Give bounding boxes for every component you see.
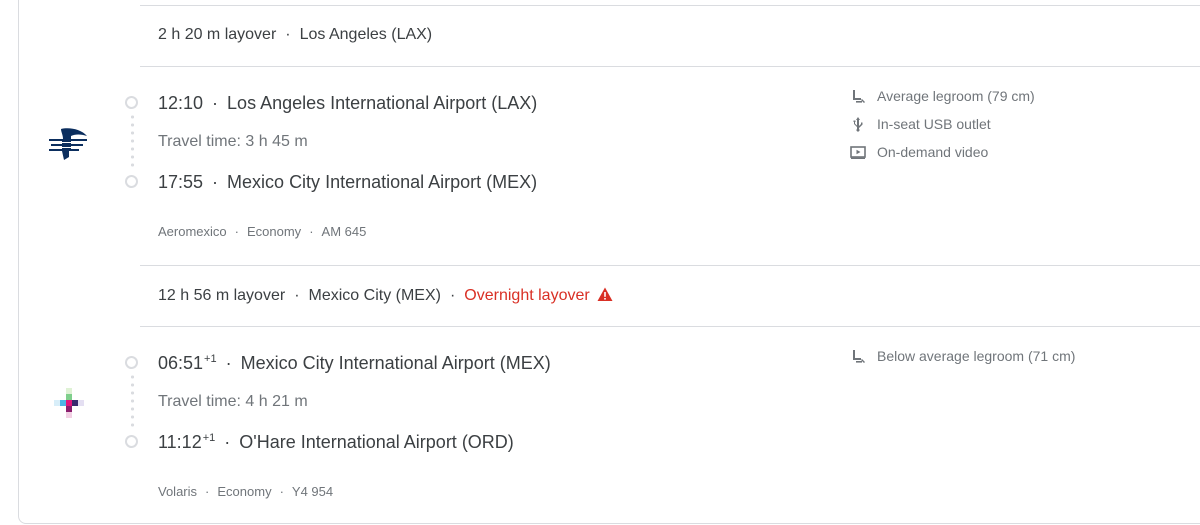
- divider: [140, 326, 1200, 327]
- departure-airport: Los Angeles International Airport (LAX): [227, 93, 538, 113]
- day-offset: +1: [204, 353, 217, 365]
- departure-row: 06:51+1 · Mexico City International Airpor…: [158, 353, 551, 374]
- separator-dot: ·: [212, 93, 219, 113]
- airline-name: Aeromexico: [158, 224, 227, 239]
- separator-dot: ·: [212, 172, 219, 192]
- arrival-stop-marker: [125, 175, 138, 188]
- legroom-icon: [850, 348, 866, 364]
- arrival-airport: Mexico City International Airport (MEX): [227, 172, 538, 192]
- separator-dot: ·: [234, 224, 239, 239]
- departure-time: 12:10: [158, 93, 204, 113]
- separator-dot: ·: [279, 484, 284, 499]
- flight-number: Y4 954: [291, 484, 334, 499]
- usb-icon: [850, 116, 866, 132]
- arrival-row: 17:55 · Mexico City International Airport …: [158, 172, 537, 193]
- departure-time: 06:51: [158, 353, 204, 373]
- amenity-video: On-demand video: [850, 144, 988, 160]
- departure-row: 12:10 · Los Angeles International Airport …: [158, 93, 537, 114]
- video-icon: [850, 144, 866, 160]
- arrival-stop-marker: [125, 435, 138, 448]
- layover-duration: 2 h 20 m layover: [158, 26, 277, 43]
- arrival-time: 17:55: [158, 172, 204, 192]
- overnight-layover-warning: Overnight layover: [464, 287, 590, 304]
- aeromexico-logo-icon: [47, 127, 89, 168]
- amenity-label: Average legroom (79 cm): [877, 88, 1035, 104]
- separator-dot: ·: [285, 26, 291, 43]
- arrival-row: 11:12+1 · O'Hare International Airport (OR…: [158, 432, 514, 453]
- flight-number: AM 645: [321, 224, 367, 239]
- volaris-logo-icon: [52, 388, 86, 427]
- amenity-label: On-demand video: [877, 144, 989, 160]
- flight-meta: Volaris · Economy · Y4 954: [158, 484, 333, 499]
- flight-meta: Aeromexico · Economy · AM 645: [158, 224, 366, 239]
- separator-dot: ·: [294, 287, 300, 304]
- travel-time: Travel time: 4 h 21 m: [158, 393, 308, 410]
- amenity-usb: In-seat USB outlet: [850, 116, 991, 132]
- airline-name: Volaris: [158, 484, 198, 499]
- departure-airport: Mexico City International Airport (MEX): [240, 353, 551, 373]
- departure-stop-marker: [125, 96, 138, 109]
- arrival-time: 11:12: [158, 432, 202, 452]
- layover-place: Los Angeles (LAX): [299, 26, 433, 43]
- day-offset: +1: [202, 432, 216, 444]
- warning-icon: [597, 287, 613, 307]
- layover-row: 2 h 20 m layover · Los Angeles (LAX): [158, 26, 432, 44]
- travel-time: Travel time: 3 h 45 m: [158, 133, 308, 150]
- cabin-class: Economy: [217, 484, 272, 499]
- route-dotted-line: [131, 373, 134, 431]
- separator-dot: ·: [225, 353, 232, 373]
- amenity-label: In-seat USB outlet: [877, 116, 991, 132]
- divider: [140, 265, 1200, 266]
- separator-dot: ·: [224, 432, 231, 452]
- route-dotted-line: [131, 113, 134, 171]
- divider: [140, 5, 1200, 6]
- legroom-icon: [850, 88, 866, 104]
- separator-dot: ·: [309, 224, 314, 239]
- amenity-legroom: Below average legroom (71 cm): [850, 348, 1075, 364]
- divider: [140, 66, 1200, 67]
- separator-dot: ·: [205, 484, 210, 499]
- amenity-label: Below average legroom (71 cm): [877, 348, 1076, 364]
- cabin-class: Economy: [246, 224, 302, 239]
- amenity-legroom: Average legroom (79 cm): [850, 88, 1035, 104]
- layover-duration: 12 h 56 m layover: [158, 287, 286, 304]
- departure-stop-marker: [125, 356, 138, 369]
- arrival-airport: O'Hare International Airport (ORD): [239, 432, 514, 452]
- layover-place: Mexico City (MEX): [308, 287, 441, 304]
- layover-row: 12 h 56 m layover · Mexico City (MEX) · Over…: [158, 287, 613, 307]
- separator-dot: ·: [449, 287, 456, 304]
